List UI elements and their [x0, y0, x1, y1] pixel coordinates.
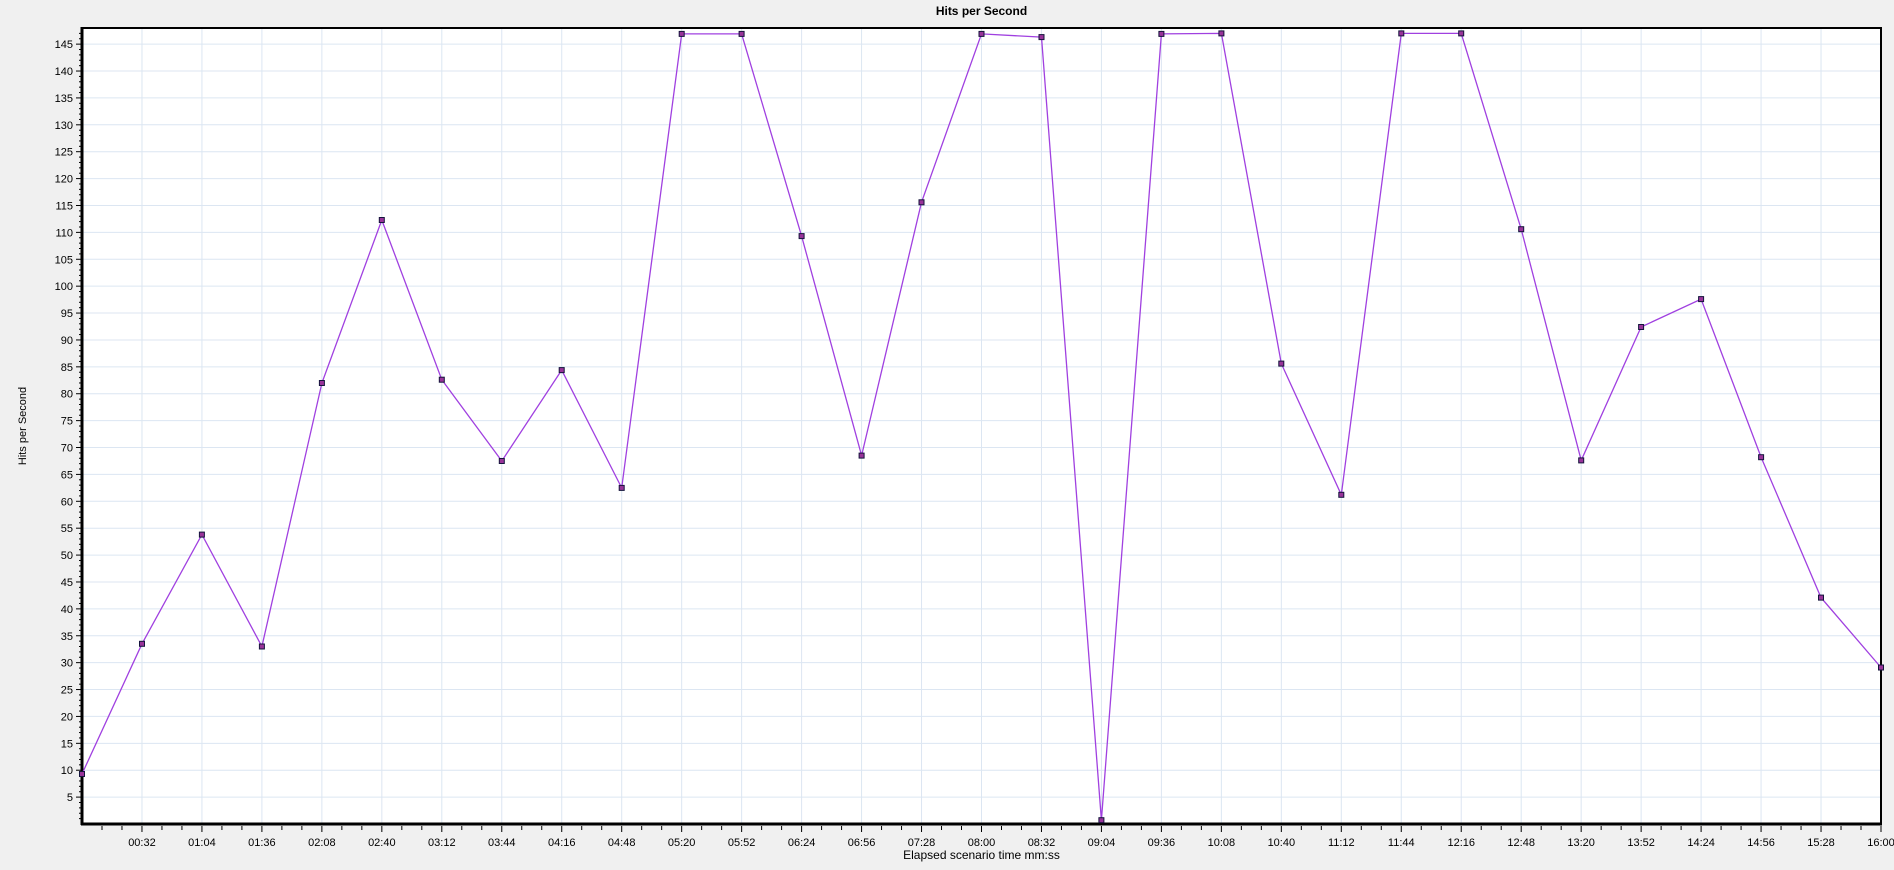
y-tick-label: 110	[55, 227, 73, 239]
data-point-marker	[619, 485, 624, 490]
data-point-marker	[1699, 297, 1704, 302]
data-point-marker	[1099, 818, 1104, 823]
y-tick-label: 130	[55, 120, 73, 132]
data-point-marker	[1219, 31, 1224, 36]
y-tick-label: 105	[55, 254, 73, 266]
data-point-marker	[979, 31, 984, 36]
data-point-marker	[859, 453, 864, 458]
chart-title: Hits per Second	[82, 4, 1881, 18]
data-point-marker	[1579, 458, 1584, 463]
y-tick-label: 75	[61, 416, 73, 428]
y-tick-label: 85	[61, 362, 73, 374]
y-tick-label: 40	[61, 604, 73, 616]
data-point-marker	[1159, 31, 1164, 36]
data-point-marker	[1399, 31, 1404, 36]
y-tick-label: 90	[61, 335, 73, 347]
data-point-marker	[319, 381, 324, 386]
y-tick-label: 20	[61, 711, 73, 723]
data-point-marker	[679, 31, 684, 36]
data-point-marker	[1759, 455, 1764, 460]
y-tick-label: 65	[61, 469, 73, 481]
data-point-marker	[439, 377, 444, 382]
plot-area[interactable]: 5 10 15 20 25 30 35 40 45 50 55 60 65 70 75 80 85 90 95 100…	[0, 0, 1894, 870]
data-point-marker	[1519, 227, 1524, 232]
x-axis-title: Elapsed scenario time mm:ss	[82, 848, 1881, 862]
data-point-marker	[1459, 31, 1464, 36]
y-tick-label: 45	[61, 577, 73, 589]
y-tick-label: 100	[55, 281, 73, 293]
data-point-marker	[1879, 665, 1884, 670]
data-point-marker	[1819, 595, 1824, 600]
y-tick-label: 5	[67, 792, 73, 804]
y-tick-label: 30	[61, 658, 73, 670]
data-point-marker	[199, 532, 204, 537]
data-point-marker	[1039, 35, 1044, 40]
y-tick-label: 95	[61, 308, 73, 320]
data-point-marker	[379, 218, 384, 223]
data-point-marker	[1279, 361, 1284, 366]
y-tick-label: 80	[61, 389, 73, 401]
y-tick-label: 135	[55, 93, 73, 105]
y-tick-label: 55	[61, 523, 73, 535]
y-tick-label: 60	[61, 496, 73, 508]
data-point-marker	[919, 200, 924, 205]
data-point-marker	[80, 772, 85, 777]
y-tick-label: 35	[61, 631, 73, 643]
y-tick-label: 70	[61, 443, 73, 455]
data-point-marker	[559, 368, 564, 373]
data-point-marker	[259, 644, 264, 649]
y-axis-title: Hits per Second	[17, 356, 29, 496]
y-tick-label: 15	[61, 738, 73, 750]
y-tick-label: 120	[55, 174, 73, 186]
y-tick-label: 10	[61, 765, 73, 777]
data-point-marker	[739, 31, 744, 36]
y-tick-label: 115	[55, 200, 73, 212]
data-point-marker	[140, 641, 145, 646]
data-point-marker	[499, 459, 504, 464]
chart-window: Hits per Second Hits per Second 5 10 15 20 2…	[0, 0, 1894, 870]
data-point-marker	[1339, 492, 1344, 497]
y-tick-label: 25	[61, 685, 73, 697]
y-tick-label: 145	[55, 39, 73, 51]
y-tick-label: 125	[55, 147, 73, 159]
data-point-marker	[1639, 325, 1644, 330]
data-point-marker	[799, 234, 804, 239]
y-tick-label: 140	[55, 66, 73, 78]
y-tick-label: 50	[61, 550, 73, 562]
